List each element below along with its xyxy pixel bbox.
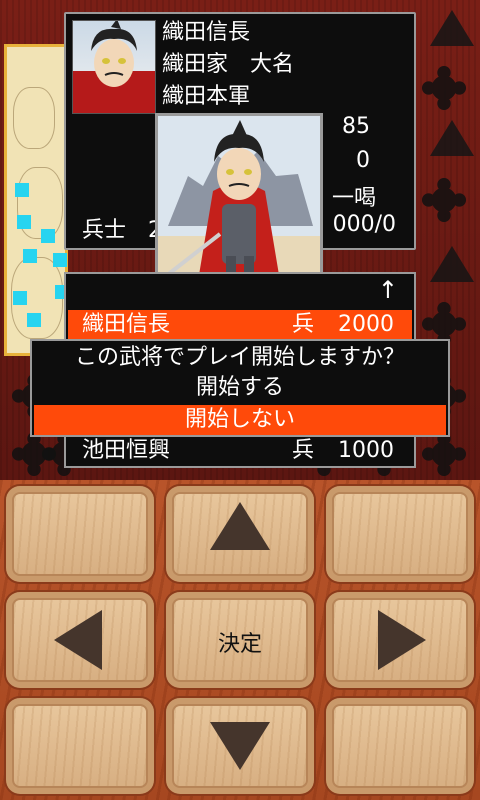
castle-marker[interactable] (23, 249, 37, 263)
blank-button-bottom-left[interactable] (6, 698, 154, 794)
triangle-crest (430, 120, 474, 156)
arrow-up-icon (210, 502, 270, 550)
castle-marker[interactable] (53, 253, 67, 267)
crest-emblem (420, 64, 468, 112)
stat-value-1: 85 (342, 114, 370, 139)
list-item-count: 1000 (338, 438, 394, 463)
arrow-left-icon (54, 610, 102, 670)
castle-marker[interactable] (41, 229, 55, 243)
arrow-right-icon (378, 610, 426, 670)
blank-button-top-right[interactable] (326, 486, 474, 582)
cancel-option[interactable]: 開始しない (34, 405, 446, 435)
map-panel[interactable] (4, 44, 69, 356)
general-name: 織田信長 (162, 20, 251, 45)
down-button[interactable] (166, 698, 314, 794)
list-item-type: 兵 (292, 312, 315, 337)
list-item-name: 池田恒興 (82, 438, 171, 463)
start-option[interactable]: 開始する (32, 373, 448, 403)
left-button[interactable] (6, 592, 154, 688)
general-portrait (155, 113, 323, 296)
scroll-up-arrow[interactable]: ↑ (378, 276, 398, 304)
general-army: 織田本軍 (162, 84, 251, 109)
triangle-crest (430, 10, 474, 46)
troops-value: 000/0 (332, 212, 396, 237)
ok-button[interactable]: 決定 (166, 592, 314, 688)
blank-button-top-left[interactable] (6, 486, 154, 582)
list-item-count: 2000 (338, 312, 394, 337)
general-house-rank: 織田家 大名 (162, 52, 295, 77)
list-item-name: 織田信長 (82, 312, 171, 337)
right-button[interactable] (326, 592, 474, 688)
map-border-line (13, 87, 55, 149)
castle-marker[interactable] (13, 291, 27, 305)
castle-marker[interactable] (27, 313, 41, 327)
blank-button-bottom-right[interactable] (326, 698, 474, 794)
ok-button-label: 決定 (217, 632, 262, 657)
general-thumbnail-art (73, 21, 155, 113)
list-item-type: 兵 (292, 438, 315, 463)
dialog-question: この武将でプレイ開始しますか？ (74, 345, 405, 370)
arrow-down-icon (210, 722, 270, 770)
list-item[interactable]: 池田恒興 兵 1000 (68, 436, 412, 466)
list-item[interactable]: 織田信長 兵 2000 (68, 310, 412, 340)
crest-emblem (420, 430, 468, 478)
general-portrait-art (158, 116, 320, 293)
general-thumbnail (72, 20, 156, 114)
up-button[interactable] (166, 486, 314, 582)
start-confirm-dialog: この武将でプレイ開始しますか？ 開始する 開始しない (30, 339, 450, 437)
castle-marker[interactable] (17, 215, 31, 229)
stat-value-2: 0 (356, 148, 370, 173)
triangle-crest (430, 246, 474, 282)
troops-label: 兵士 2 (82, 218, 162, 243)
skill-name: 一喝 (331, 186, 376, 211)
crest-emblem (420, 176, 468, 224)
controller-pad: 決定 (0, 480, 480, 800)
castle-marker[interactable] (15, 183, 29, 197)
